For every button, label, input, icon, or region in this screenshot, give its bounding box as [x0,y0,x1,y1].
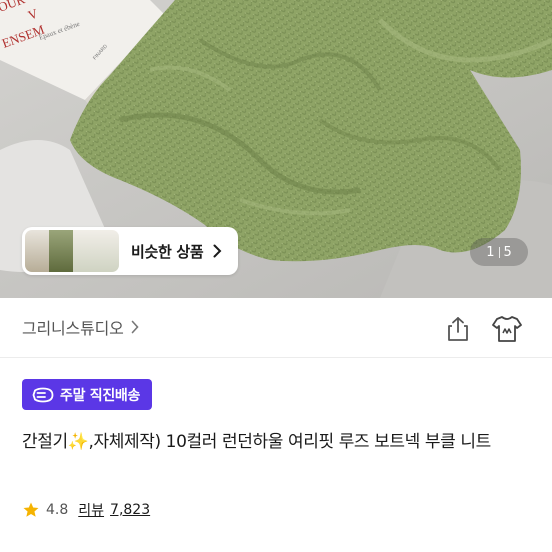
star-icon [22,501,40,519]
share-icon [448,317,468,341]
product-image[interactable]: OUR V ENSEM Épaux et ébène FINARD 비슷한 상품… [0,0,552,298]
chevron-right-icon [131,320,139,334]
share-button[interactable] [444,315,472,343]
counter-divider [498,246,500,258]
size-fit-button[interactable] [491,314,523,344]
similar-products-button[interactable]: 비슷한 상품 [22,227,238,275]
divider [0,357,552,358]
review-count[interactable]: 7,823 [110,502,150,518]
image-counter-current: 1 [486,244,495,260]
image-counter-total: 5 [503,244,512,260]
thumbnail [73,230,119,272]
product-title: 간절기✨,자체제작) 10컬러 런던하울 여리핏 루즈 보트넥 부클 니트 [22,432,491,452]
thumbnail [25,230,49,272]
store-link[interactable]: 그리니스튜디오 [22,315,139,339]
similar-products-label: 비슷한 상품 [131,242,204,261]
delivery-badge: 주말 직진배송 [22,379,153,410]
delivery-badge-label: 주말 직진배송 [60,387,141,404]
store-name: 그리니스튜디오 [22,319,124,338]
chevron-right-icon [213,244,227,258]
shirt-icon [492,316,522,342]
similar-products-thumbnails [25,230,119,272]
image-counter: 1 5 [470,238,528,266]
thumbnail [49,230,73,272]
fast-delivery-icon [32,387,54,403]
rating-row: 4.8 리뷰 7,823 [22,500,150,520]
store-row: 그리니스튜디오 [0,298,552,358]
review-link-label[interactable]: 리뷰 [78,500,104,520]
rating-value: 4.8 [46,502,69,518]
